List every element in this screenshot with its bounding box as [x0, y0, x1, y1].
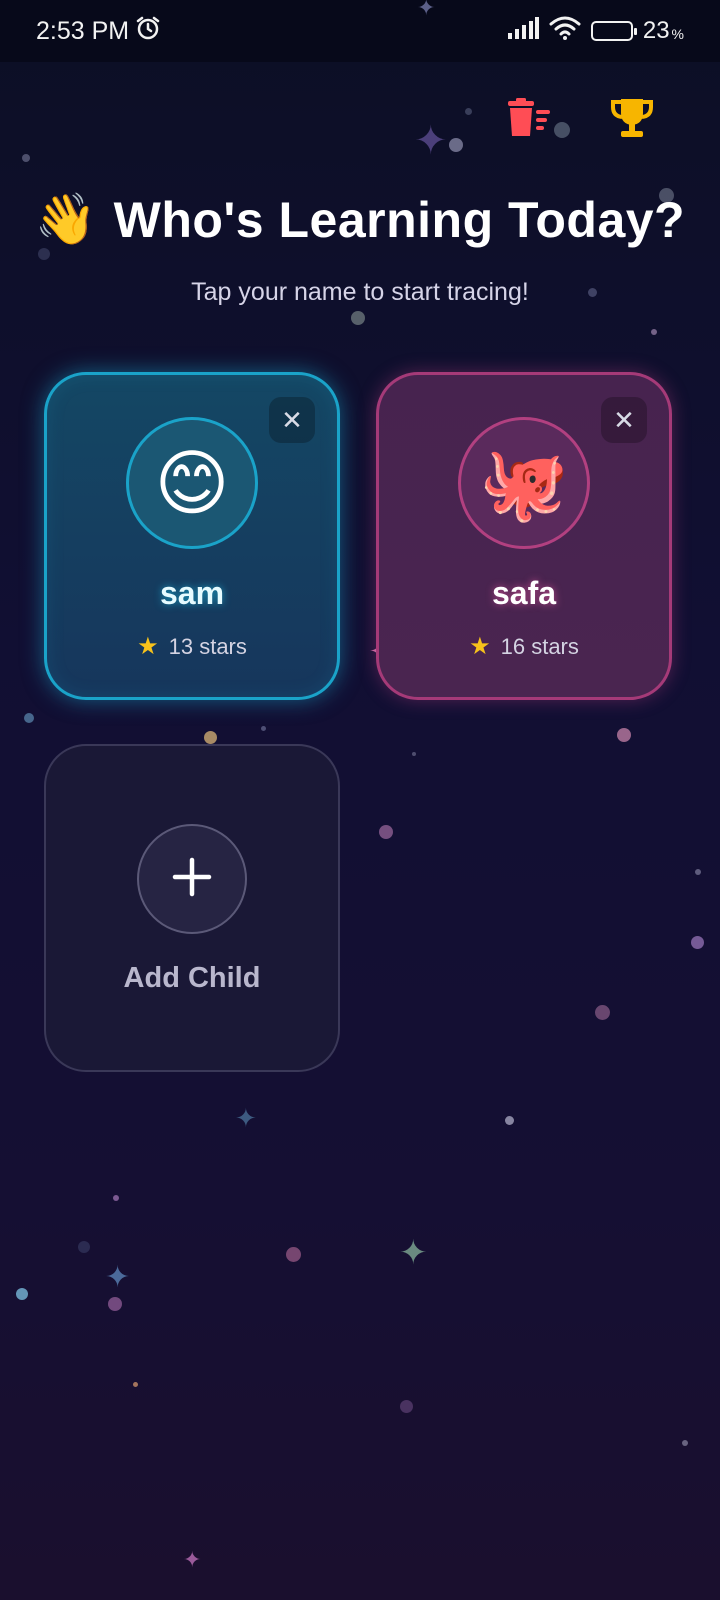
sparkle-dot: [132, 1381, 138, 1387]
trophy-icon: [610, 96, 654, 145]
profile-card-sam[interactable]: ✕ 😊 sam ★ 13 stars: [44, 372, 340, 700]
remove-profile-button[interactable]: ✕: [269, 397, 315, 443]
top-actions: [506, 96, 656, 144]
stars-count: ★ 13 stars: [137, 632, 247, 661]
add-child-card[interactable]: Add Child: [44, 744, 340, 1072]
status-bar: 2:53 PM 23 %: [0, 0, 720, 62]
sparkle-dot: [285, 1246, 301, 1262]
status-right: 23 %: [507, 16, 684, 47]
battery-percent: 23: [642, 17, 670, 44]
sparkle-dot: [260, 725, 266, 731]
sparkle-star-icon: ✦: [399, 1234, 428, 1272]
close-icon: ✕: [281, 404, 303, 435]
plus-icon: [172, 857, 212, 902]
avatar: 😊: [126, 417, 258, 549]
avatar: 🐙: [458, 417, 590, 549]
page-subtitle: Tap your name to start tracing!: [191, 278, 529, 306]
page-title-text: Who's Learning Today?: [113, 191, 686, 248]
star-icon: ★: [469, 633, 491, 660]
sparkle-dot: [412, 752, 416, 756]
stars-text: 13 stars: [168, 633, 247, 659]
sparkle-star-icon: ✦: [105, 1261, 131, 1294]
sparkle-dot: [203, 730, 217, 744]
battery-percent-sign: %: [671, 26, 684, 42]
sparkle-dot: [351, 311, 365, 325]
sparkle-star-icon: ✦: [183, 1547, 202, 1572]
sparkle-dot: [78, 1241, 90, 1253]
profile-name: safa: [491, 575, 557, 611]
delete-all-icon: [506, 97, 554, 143]
profile-name: sam: [159, 575, 225, 611]
remove-profile-button[interactable]: ✕: [601, 397, 647, 443]
sparkle-dot: [379, 825, 393, 839]
signal-icon: [507, 16, 539, 46]
sparkle-dot: [594, 1004, 610, 1020]
sparkle-dot: [24, 713, 34, 723]
trophy-button[interactable]: [608, 96, 656, 144]
stars-text: 16 stars: [500, 633, 579, 659]
stars-count: ★ 16 stars: [469, 632, 579, 661]
add-child-label: Add Child: [123, 962, 261, 994]
sparkle-dot: [108, 1297, 122, 1311]
add-child-button[interactable]: [137, 824, 247, 934]
alarm-icon: [135, 15, 161, 48]
status-time: 2:53 PM: [36, 16, 130, 45]
sparkle-dot: [617, 728, 631, 742]
sparkle-star-icon: ✦: [235, 1103, 257, 1133]
battery-icon: [590, 21, 637, 41]
sparkle-dot: [464, 107, 472, 115]
sparkle-dot: [690, 935, 704, 949]
profile-card-safa[interactable]: ✕ 🐙 safa ★ 16 stars: [376, 372, 672, 700]
sparkle-dot: [695, 869, 701, 875]
star-icon: ★: [137, 633, 159, 660]
sparkle-dot: [22, 154, 30, 162]
sparkle-dot: [16, 1288, 28, 1300]
wifi-icon: [549, 16, 581, 47]
sparkle-dot: [113, 1195, 119, 1201]
sparkle-dot: [504, 1115, 514, 1125]
sparkle-dot: [651, 329, 657, 335]
sparkle-dot: [38, 248, 50, 260]
sparkle-dot: [399, 1399, 413, 1413]
status-left: 2:53 PM: [36, 15, 161, 48]
waving-hand-icon: 👋: [34, 191, 98, 247]
sparkle-dot: [682, 1440, 688, 1446]
sparkle-dot: [449, 138, 463, 152]
close-icon: ✕: [613, 404, 635, 435]
delete-all-button[interactable]: [506, 96, 554, 144]
page-title: 👋 Who's Learning Today?: [0, 190, 720, 249]
sparkle-star-icon: ✦: [414, 119, 448, 163]
